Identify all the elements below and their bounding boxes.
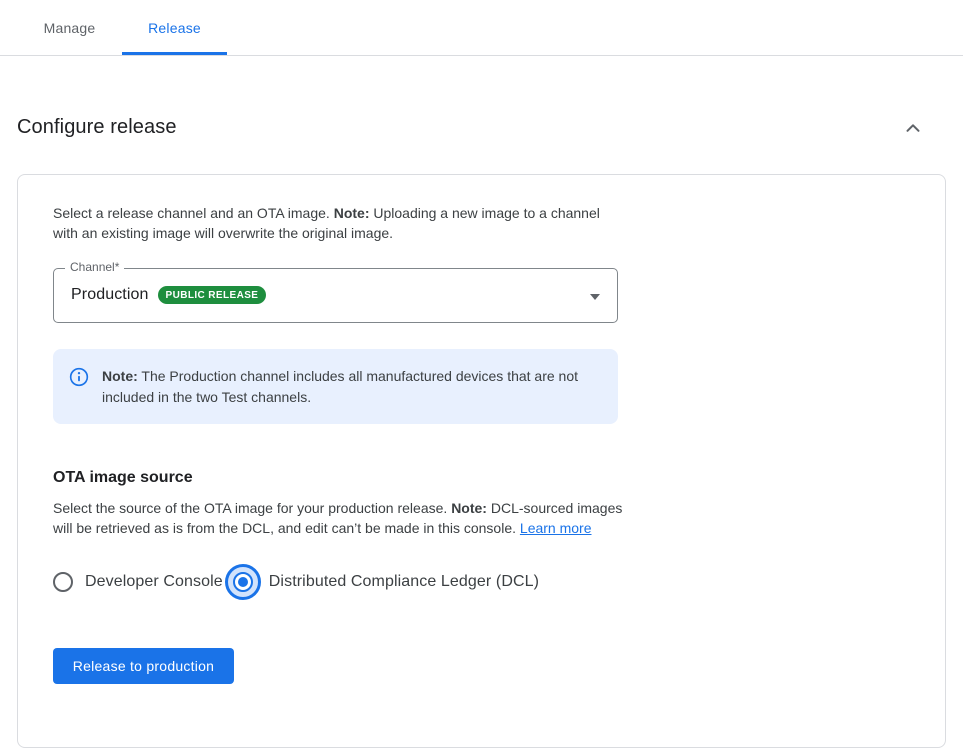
note-label: Note: — [102, 368, 138, 384]
tab-release[interactable]: Release — [122, 0, 227, 55]
info-note-text: Note: The Production channel includes al… — [102, 366, 582, 408]
release-to-production-button[interactable]: Release to production — [53, 648, 234, 684]
section-header: Configure release — [17, 103, 925, 153]
channel-field-label: Channel* — [65, 260, 124, 274]
radio-unselected-icon — [53, 572, 73, 592]
channel-select[interactable]: Channel* Production PUBLIC RELEASE — [53, 268, 618, 323]
info-icon — [69, 367, 89, 408]
info-note-box: Note: The Production channel includes al… — [53, 349, 618, 424]
ota-note-label: Note: — [451, 500, 487, 516]
page-title: Configure release — [17, 116, 177, 139]
intro-text: Select a release channel and an OTA imag… — [53, 203, 623, 243]
radio-dcl[interactable]: Distributed Compliance Ledger (DCL) — [223, 564, 539, 600]
ota-image-source-heading: OTA image source — [53, 469, 910, 487]
chevron-up-icon — [901, 128, 925, 143]
collapse-section-button[interactable] — [901, 116, 925, 140]
ota-source-radio-group: Developer Console Distributed Compliance… — [53, 564, 910, 600]
tab-bar: Manage Release — [0, 0, 963, 56]
radio-selected-icon — [225, 564, 261, 600]
dropdown-arrow-icon — [590, 294, 600, 300]
ota-description: Select the source of the OTA image for y… — [53, 498, 631, 538]
channel-selected-value: Production — [71, 286, 149, 304]
radio-developer-console[interactable]: Developer Console — [53, 572, 223, 592]
intro-note-label: Note: — [334, 205, 370, 221]
configure-release-card: Select a release channel and an OTA imag… — [17, 174, 946, 748]
radio-label: Developer Console — [85, 573, 223, 591]
radio-label: Distributed Compliance Ledger (DCL) — [269, 573, 539, 591]
public-release-badge: PUBLIC RELEASE — [158, 286, 267, 304]
learn-more-link[interactable]: Learn more — [520, 520, 592, 536]
tab-manage[interactable]: Manage — [17, 0, 122, 55]
